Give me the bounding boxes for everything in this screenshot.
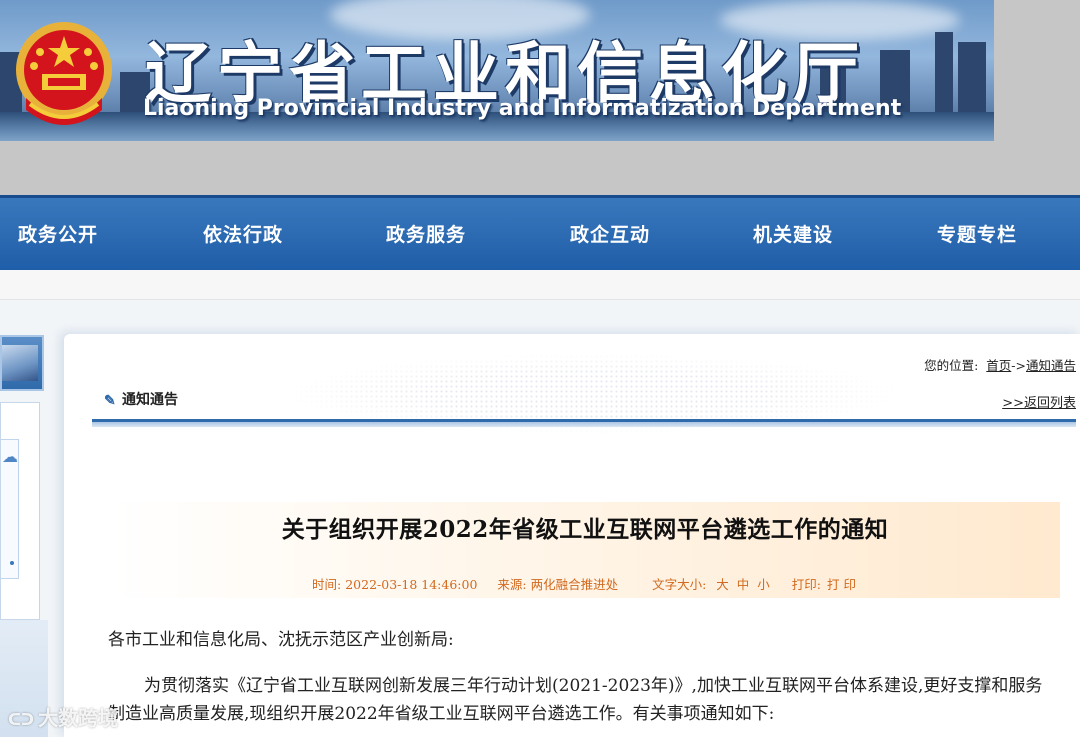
banner-building [958,42,986,112]
nav-item-yifa-xingzheng[interactable]: 依法行政 [203,220,283,247]
meta-source-value: 两化融合推进处 [530,577,619,592]
sidebar-thumbnail [2,345,38,381]
breadcrumb: 您的位置: 首页->通知通告 [924,355,1076,374]
nav-item-zhengwu-fuwu[interactable]: 政务服务 [386,220,466,247]
meta-time-label: 时间: [312,577,342,592]
sidebar-dot [10,561,14,565]
meta-font-size-label: 文字大小: [652,577,707,592]
nav-item-zhengqi-hudong[interactable]: 政企互动 [570,220,650,247]
meta-source: 来源: 两化融合推进处 [497,577,618,592]
print-button[interactable]: 打 印 [827,577,856,592]
nav-item-jiguan-jianshe[interactable]: 机关建设 [753,220,833,247]
sidebar-panel: ☁ [0,402,40,620]
meta-source-label: 来源: [497,577,527,592]
article-header: 关于组织开展2022年省级工业互联网平台遴选工作的通知 时间: 2022-03-… [110,502,1060,598]
breadcrumb-home-link[interactable]: 首页 [986,358,1011,373]
header-gray-band [0,141,1080,195]
section-divider [92,419,1076,427]
meta-print: 打印: 打 印 [792,577,858,592]
article-salutation: 各市工业和信息化局、沈抚示范区产业创新局: [108,630,454,650]
section-title: 通知通告 [122,392,178,408]
breadcrumb-prefix: 您的位置: [924,358,979,373]
watermark-logo-icon: ᑕᑐ [8,710,35,729]
font-size-small-button[interactable]: 小 [757,577,770,592]
national-emblem-icon [16,22,112,125]
header-banner: 辽宁省工业和信息化厅 Liaoning Provincial Industry … [0,0,994,141]
article-paragraph: 为贯彻落实《辽宁省工业互联网创新发展三年行动计划(2021-2023年)》,加快… [108,676,1043,724]
font-size-large-button[interactable]: 大 [716,577,729,592]
section-header: ✎ 通知通告 [104,389,178,409]
article-meta: 时间: 2022-03-18 14:46:00 来源: 两化融合推进处 文字大小… [110,574,1060,593]
main-nav: 政务公开 依法行政 政务服务 政企互动 机关建设 专题专栏 [0,195,1080,270]
watermark: ᑕᑐ 大数跨境 [8,702,118,731]
site-title-en: Liaoning Provincial Industry and Informa… [143,96,902,121]
watermark-text: 大数跨境 [38,706,119,730]
nav-item-zhengwu-gongkai[interactable]: 政务公开 [18,220,98,247]
banner-building [935,32,953,112]
meta-print-label: 打印: [791,577,821,592]
font-size-medium-button[interactable]: 中 [737,577,750,592]
meta-font-size: 文字大小: 大 中 小 [652,577,776,592]
meta-time: 时间: 2022-03-18 14:46:00 [312,577,477,592]
breadcrumb-current-link[interactable]: 通知通告 [1026,358,1076,373]
edit-icon: ✎ [104,393,116,409]
back-to-list-link[interactable]: >>返回列表 [1002,392,1076,411]
cloud-icon: ☁ [2,447,18,466]
nav-sub-strip [0,270,1080,300]
nav-item-zhuanti-zhuanlan[interactable]: 专题专栏 [937,220,1017,247]
article-title: 关于组织开展2022年省级工业互联网平台遴选工作的通知 [281,516,889,543]
content-card: 您的位置: 首页->通知通告 ✎ 通知通告 >>返回列表 关于组织开展2022年省… [64,334,1080,737]
sidebar-image-tile[interactable] [0,335,44,391]
meta-time-value: 2022-03-18 14:46:00 [345,577,478,592]
breadcrumb-separator: -> [1011,358,1026,373]
